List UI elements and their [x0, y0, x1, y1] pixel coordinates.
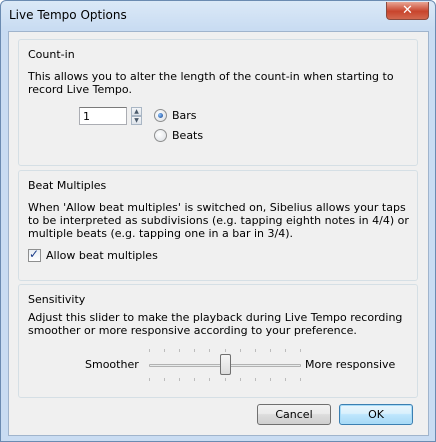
slider-tick	[179, 378, 180, 381]
slider-left-label: Smoother	[85, 358, 139, 371]
dialog-client-area: Count-in This allows you to alter the le…	[8, 31, 429, 436]
checkmark-icon: ✓	[29, 247, 40, 261]
count-in-description: This allows you to alter the length of t…	[28, 70, 394, 96]
beat-multiples-title: Beat Multiples	[28, 179, 107, 192]
slider-tick	[179, 349, 180, 352]
slider-thumb[interactable]	[220, 354, 231, 375]
dialog-window: Live Tempo Options ✕ Count-in This allow…	[0, 0, 436, 442]
close-button[interactable]: ✕	[386, 2, 429, 20]
radio-beats[interactable]: Beats	[154, 129, 234, 143]
sensitivity-slider[interactable]	[149, 345, 301, 385]
allow-beat-multiples-checkbox[interactable]: ✓	[28, 247, 41, 262]
count-in-spinner: ▲ ▼	[131, 107, 142, 125]
allow-beat-multiples-label: Allow beat multiples	[46, 249, 158, 262]
slider-tick	[240, 349, 241, 352]
slider-tick	[225, 378, 226, 381]
slider-tick	[270, 378, 271, 381]
cancel-button[interactable]: Cancel	[257, 404, 331, 425]
spin-down-icon[interactable]: ▼	[131, 116, 142, 125]
slider-tick	[194, 378, 195, 381]
beat-multiples-description: When 'Allow beat multiples' is switched …	[28, 201, 409, 240]
slider-tick	[209, 349, 210, 352]
slider-tick	[255, 349, 256, 352]
slider-tick	[194, 349, 195, 352]
sensitivity-title: Sensitivity	[28, 293, 86, 306]
slider-tick	[285, 378, 286, 381]
close-icon: ✕	[402, 3, 413, 18]
slider-right-label: More responsive	[305, 358, 396, 371]
radio-bars-label: Bars	[172, 109, 197, 122]
count-in-group: Count-in This allows you to alter the le…	[18, 39, 418, 166]
radio-beats-button[interactable]	[154, 129, 167, 142]
slider-tick	[255, 378, 256, 381]
radio-bars[interactable]: Bars	[154, 109, 234, 123]
sensitivity-group: Sensitivity Adjust this slider to make t…	[18, 284, 418, 398]
slider-tick	[164, 349, 165, 352]
slider-tick	[225, 349, 226, 352]
slider-tick	[149, 349, 150, 352]
radio-bars-button[interactable]	[154, 109, 167, 122]
beat-multiples-group: Beat Multiples When 'Allow beat multiple…	[18, 170, 418, 281]
slider-tick	[164, 378, 165, 381]
slider-tick	[300, 349, 301, 352]
slider-tick	[300, 378, 301, 381]
ok-button[interactable]: OK	[339, 404, 413, 425]
slider-tick	[240, 378, 241, 381]
window-title: Live Tempo Options	[9, 8, 127, 22]
slider-tick	[209, 378, 210, 381]
allow-beat-multiples[interactable]: ✓ Allow beat multiples	[28, 247, 178, 263]
slider-tick	[270, 349, 271, 352]
title-bar[interactable]: Live Tempo Options ✕	[1, 1, 435, 31]
spin-up-icon[interactable]: ▲	[131, 107, 142, 116]
radio-beats-label: Beats	[172, 129, 204, 142]
count-in-title: Count-in	[28, 48, 75, 61]
sensitivity-description: Adjust this slider to make the playback …	[28, 311, 403, 337]
slider-tick	[149, 378, 150, 381]
slider-tick	[285, 349, 286, 352]
count-in-input[interactable]	[79, 107, 127, 125]
